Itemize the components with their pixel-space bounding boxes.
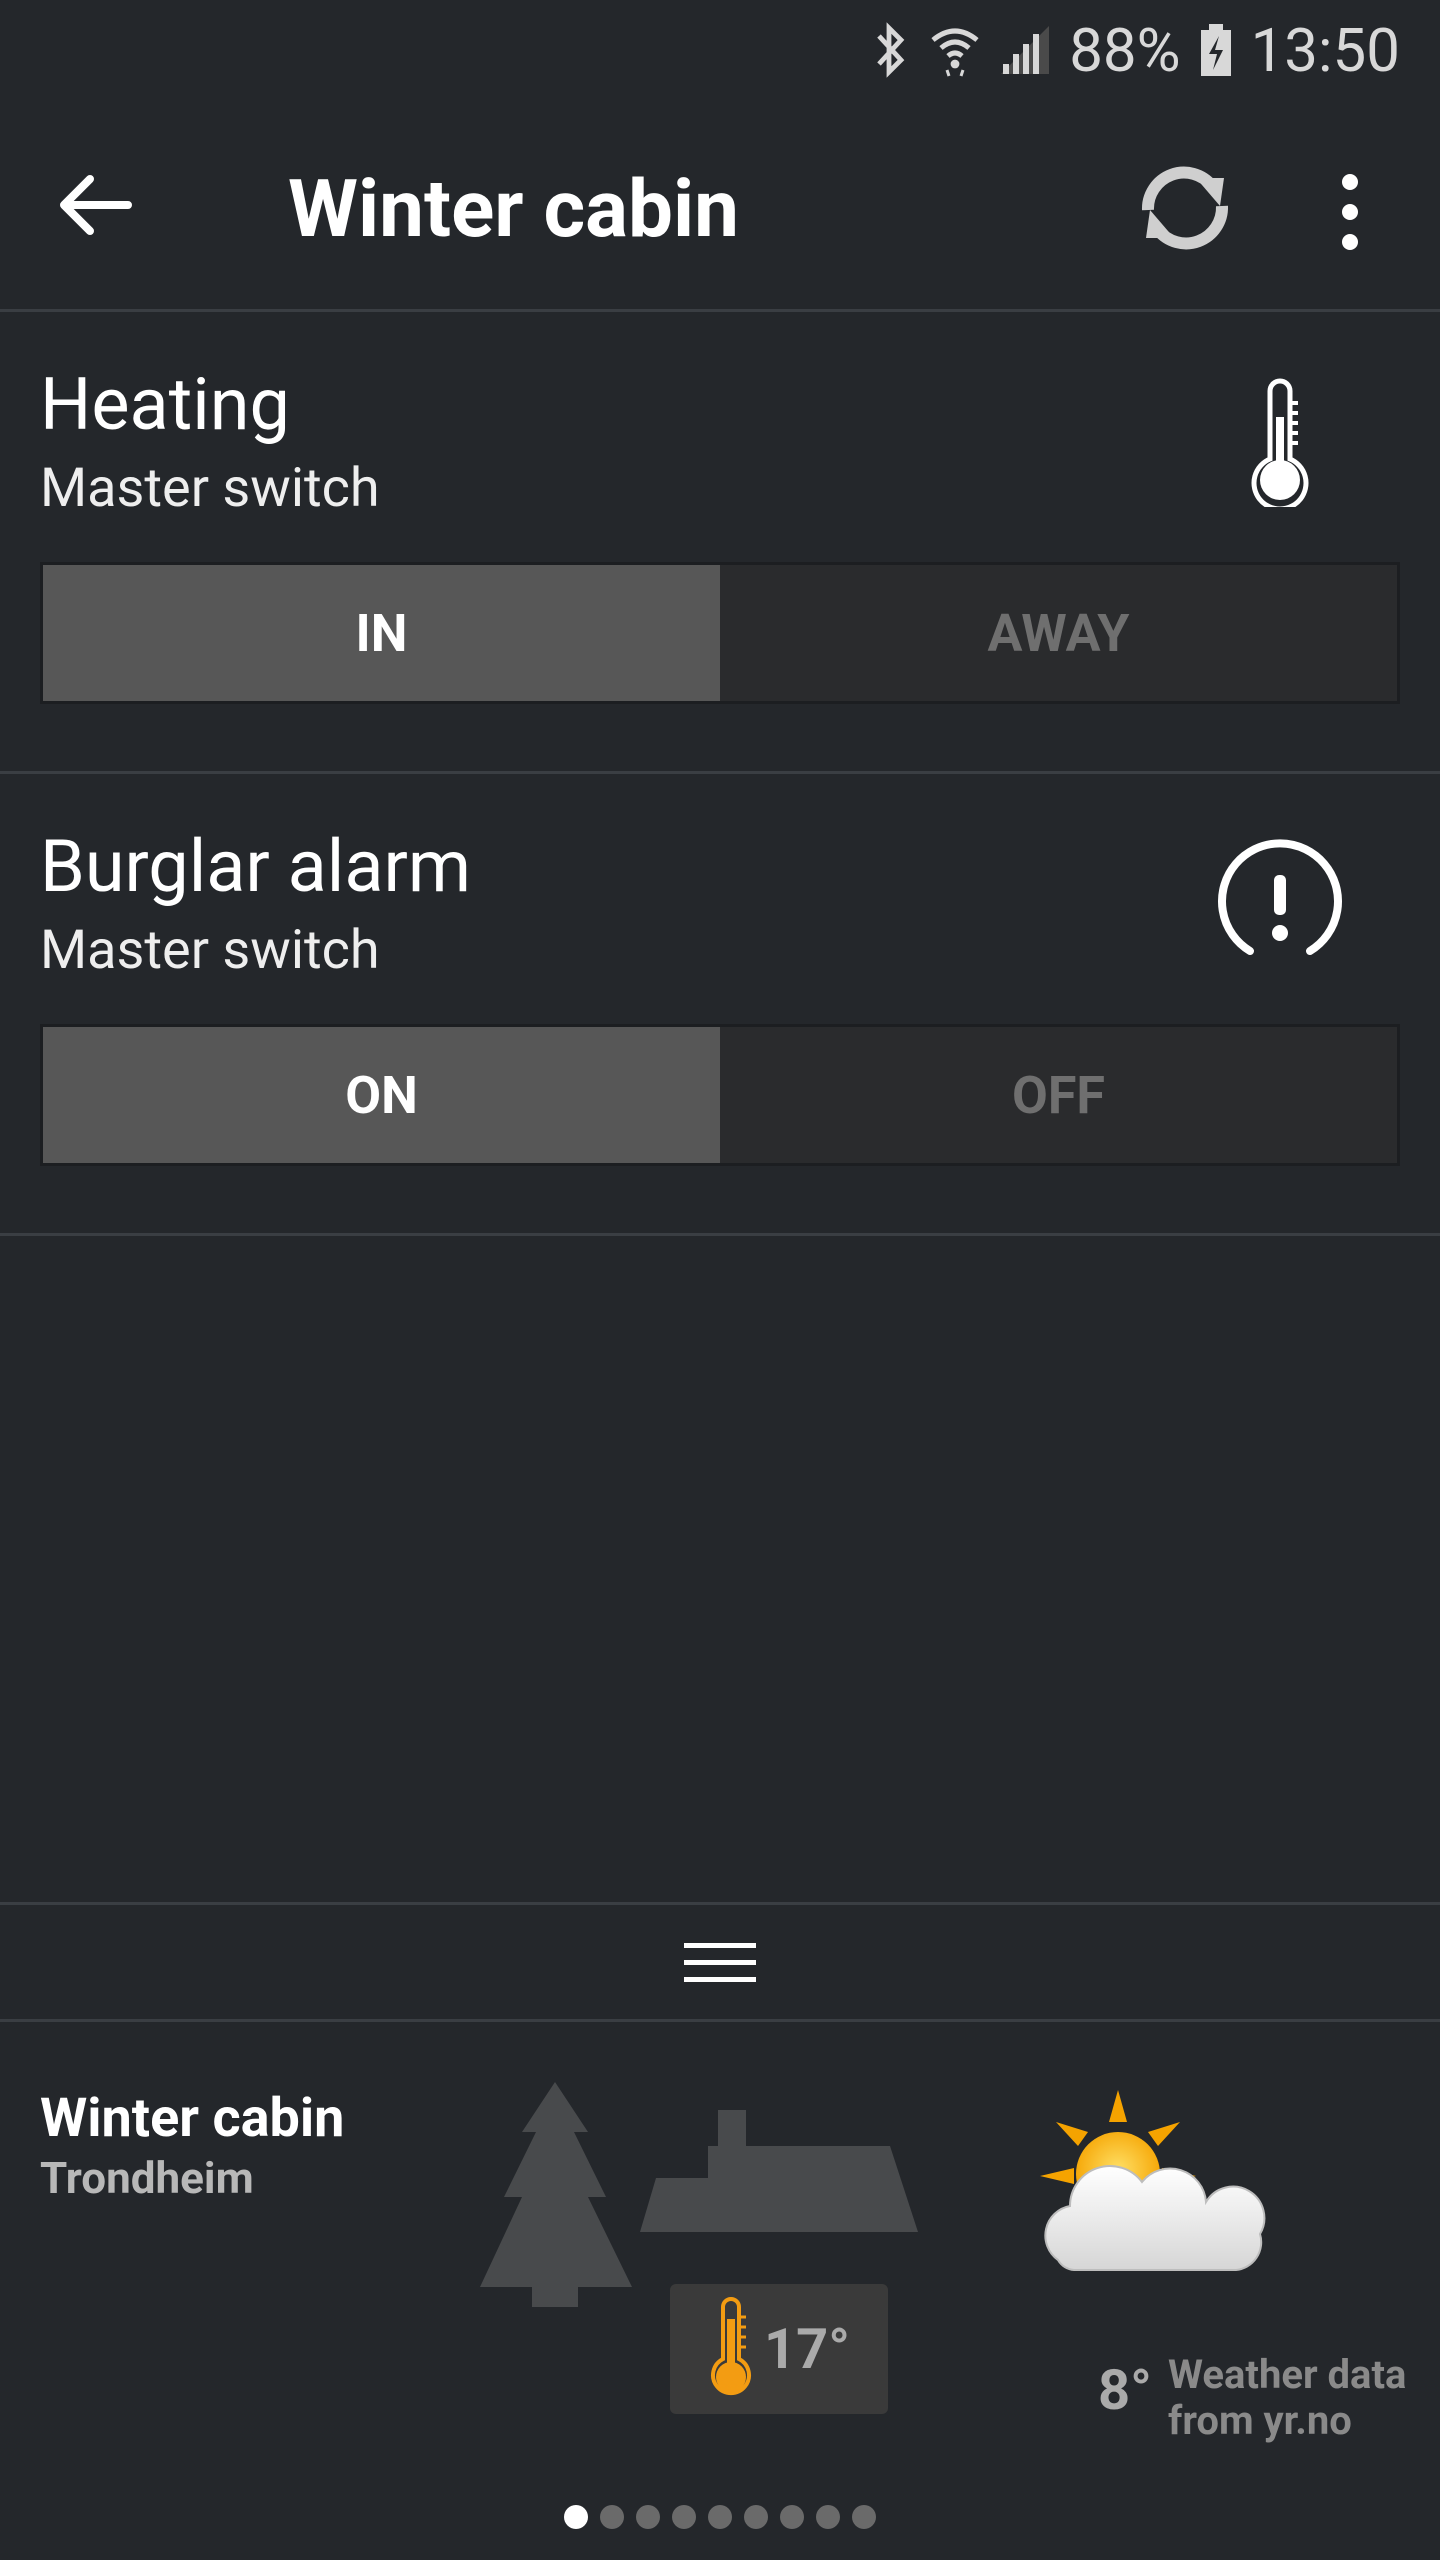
alarm-section: Burglar alarm Master switch ON OFF (0, 774, 1440, 1236)
status-bar: 88% 13:50 (0, 0, 1440, 100)
heating-section: Heating Master switch IN AWAY (0, 312, 1440, 774)
page-title: Winter cabin (288, 162, 739, 256)
alarm-on-button[interactable]: ON (43, 1027, 720, 1163)
page-dot[interactable] (852, 2505, 876, 2529)
outdoor-temp: 8° (1098, 2357, 1152, 2423)
alarm-title: Burglar alarm (40, 824, 472, 909)
page-dot[interactable] (780, 2505, 804, 2529)
page-dot[interactable] (816, 2505, 840, 2529)
alarm-alert-icon (1218, 839, 1342, 955)
bluetooth-icon (877, 22, 905, 78)
menu-handle-icon (684, 1943, 756, 1982)
indoor-temp-value: 17° (763, 2316, 851, 2382)
drawer-handle[interactable] (0, 1902, 1440, 2022)
heating-title: Heating (40, 362, 290, 447)
heating-away-button[interactable]: AWAY (720, 565, 1397, 701)
refresh-icon[interactable] (1130, 158, 1240, 258)
alarm-mode-switch: ON OFF (40, 1024, 1400, 1166)
location-panel: Winter cabin Trondheim 17° 8° Weather da… (0, 2022, 1440, 2560)
page-dot[interactable] (672, 2505, 696, 2529)
wifi-icon (931, 28, 979, 77)
cabin-shape (640, 2110, 918, 2232)
clock: 13:50 (1250, 14, 1400, 86)
location-name: Winter cabin (40, 2087, 345, 2150)
battery-percent: 88% (1069, 14, 1181, 86)
page-dot[interactable] (708, 2505, 732, 2529)
weather-credit: Weather data from yr.no (1168, 2352, 1428, 2444)
thermometer-small-icon (710, 2297, 751, 2396)
weather-credit-line1: Weather data (1168, 2351, 1407, 2398)
thermometer-icon (1251, 378, 1309, 507)
signal-icon (1001, 26, 1050, 74)
tree-shape (480, 2082, 632, 2307)
indoor-temperature: 17° (670, 2284, 888, 2414)
more-options-icon[interactable] (1330, 172, 1370, 252)
heating-mode-switch: IN AWAY (40, 562, 1400, 704)
page-dot[interactable] (636, 2505, 660, 2529)
partly-cloudy-icon (1040, 2090, 1266, 2271)
alarm-off-button[interactable]: OFF (720, 1027, 1397, 1163)
alarm-subtitle: Master switch (40, 919, 380, 982)
heating-in-button[interactable]: IN (43, 565, 720, 701)
app-bar: Winter cabin (0, 100, 1440, 312)
page-dot[interactable] (744, 2505, 768, 2529)
back-arrow-icon[interactable] (56, 170, 136, 240)
weather-credit-line2: from yr.no (1168, 2397, 1352, 2444)
page-dot[interactable] (600, 2505, 624, 2529)
heating-subtitle: Master switch (40, 457, 380, 520)
page-indicator (0, 2505, 1440, 2529)
page-dot[interactable] (564, 2505, 588, 2529)
location-city: Trondheim (40, 2152, 254, 2204)
battery-charging-icon (1200, 24, 1231, 76)
